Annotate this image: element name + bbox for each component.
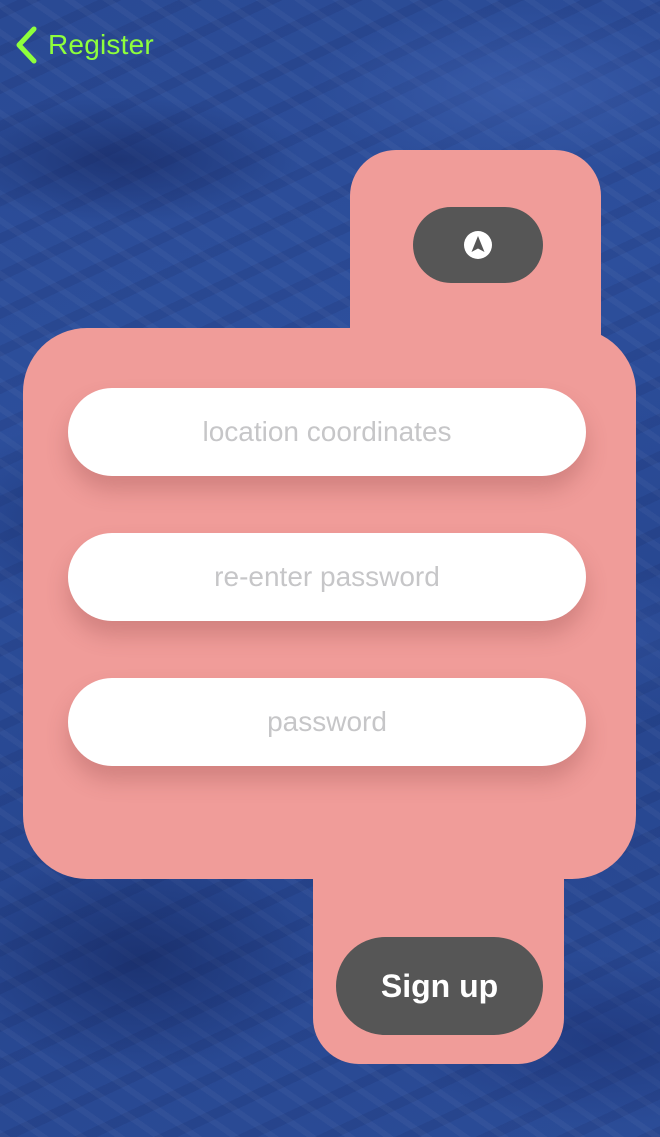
chevron-left-icon <box>16 26 37 64</box>
reenter-password-input[interactable] <box>68 533 586 621</box>
navigation-arrow-icon <box>464 231 492 259</box>
back-button[interactable]: Register <box>14 24 154 66</box>
location-coordinates-field[interactable] <box>68 388 586 476</box>
password-field[interactable] <box>68 678 586 766</box>
back-button-label: Register <box>48 29 154 60</box>
sign-up-button[interactable]: Sign up <box>336 937 543 1035</box>
location-coordinates-input[interactable] <box>68 388 586 476</box>
sign-up-button-label: Sign up <box>380 967 499 1004</box>
password-input[interactable] <box>68 678 586 766</box>
reenter-password-field[interactable] <box>68 533 586 621</box>
get-location-button[interactable] <box>413 207 543 283</box>
